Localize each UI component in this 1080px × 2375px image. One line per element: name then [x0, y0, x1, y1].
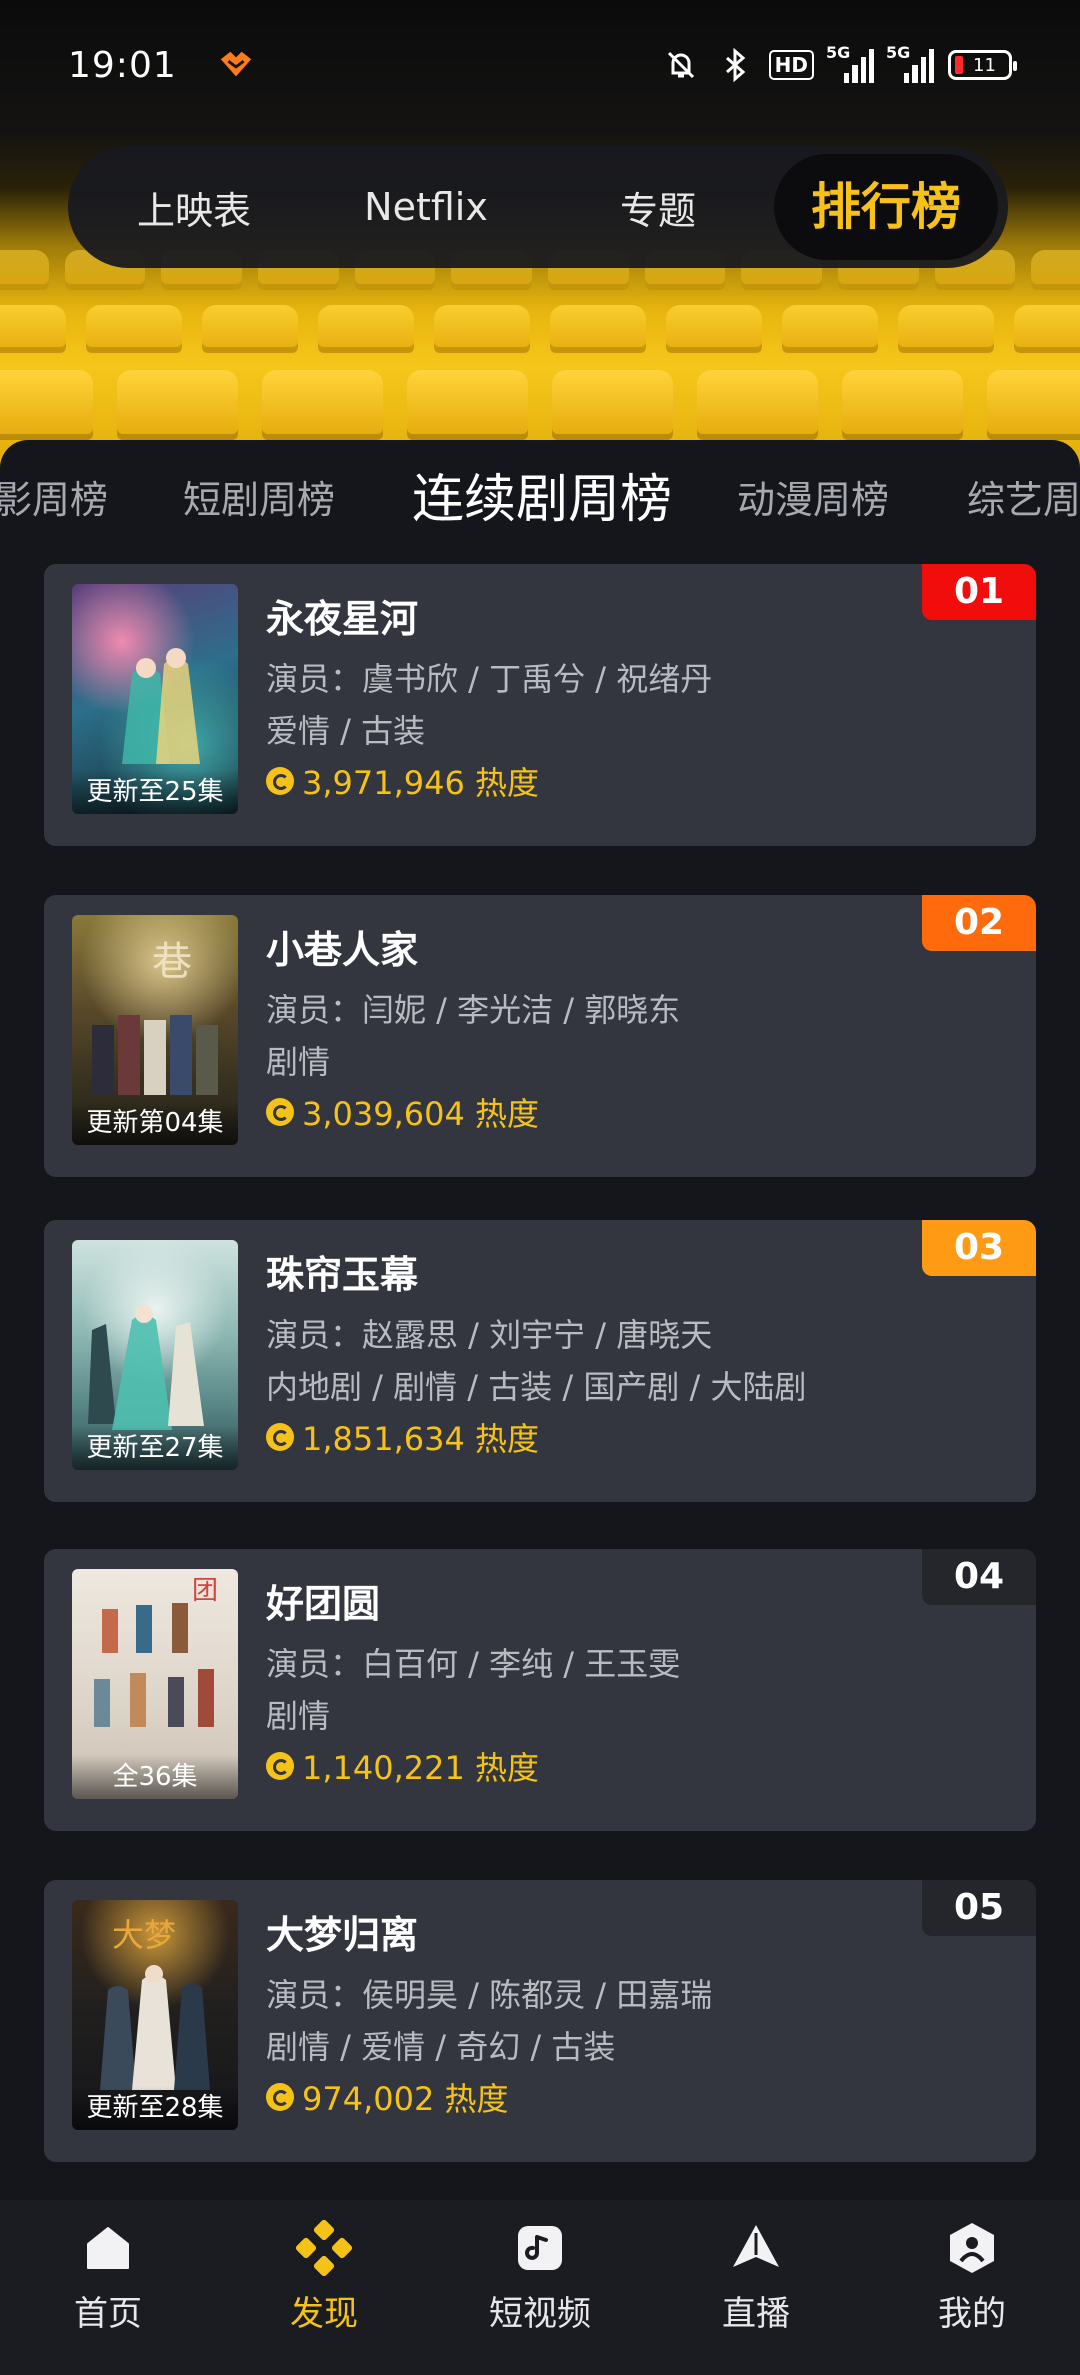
ranking-card[interactable]: 更新至25集 永夜星河 演员：虞书欣 / 丁禹兮 / 祝绪丹 爱情 / 古装 3…	[44, 564, 1036, 846]
episode-status: 更新至27集	[72, 1426, 238, 1470]
cast-list: 演员：白百何 / 李纯 / 王玉雯	[266, 1645, 681, 1683]
poster-image: 更新至25集	[72, 584, 238, 814]
heat-score: 974,002 热度	[266, 2074, 509, 2120]
genre-list: 剧情	[266, 1697, 331, 1735]
nav-profile[interactable]: 我的	[864, 2208, 1080, 2375]
heat-score: 3,971,946 热度	[266, 758, 539, 804]
signal-icon: 5G	[886, 43, 934, 83]
rank-badge: 02	[922, 895, 1036, 951]
poster-image: 更新至27集	[72, 1240, 238, 1470]
drama-title: 永夜星河	[266, 597, 419, 641]
heat-coin-icon	[266, 1752, 294, 1780]
cast-list: 演员：闫妮 / 李光洁 / 郭晓东	[266, 991, 681, 1029]
status-time: 19:01	[68, 44, 177, 86]
subtab-anime-weekly[interactable]: 动漫周榜	[737, 440, 889, 560]
rank-badge: 03	[922, 1220, 1036, 1276]
nav-short-video[interactable]: 短视频	[432, 2208, 648, 2375]
top-tab-bar: 上映表 Netflix 专题 排行榜	[68, 146, 1008, 268]
live-icon	[726, 2218, 786, 2278]
tab-netflix[interactable]: Netflix	[310, 185, 542, 229]
poster-image: 巷 更新第04集	[72, 915, 238, 1145]
ranking-card[interactable]: 更新至27集 珠帘玉幕 演员：赵露思 / 刘宇宁 / 唐晓天 内地剧 / 剧情 …	[44, 1220, 1036, 1502]
nav-discover[interactable]: 发现	[216, 2208, 432, 2375]
episode-status: 更新第04集	[72, 1101, 238, 1145]
heat-coin-icon	[266, 1098, 294, 1126]
heat-coin-icon	[266, 1423, 294, 1451]
subtab-series-weekly[interactable]: 连续剧周榜	[412, 440, 672, 560]
tab-rankings[interactable]: 排行榜	[774, 154, 998, 260]
status-icons: HD 5G 5G 11	[661, 43, 1017, 85]
cast-list: 演员：侯明昊 / 陈都灵 / 田嘉瑞	[266, 1976, 713, 2014]
genre-list: 爱情 / 古装	[266, 712, 426, 750]
heat-coin-icon	[266, 2083, 294, 2111]
home-icon	[78, 2218, 138, 2278]
ranking-card[interactable]: 巷 更新第04集 小巷人家 演员：闫妮 / 李光洁 / 郭晓东 剧情 3,039…	[44, 895, 1036, 1177]
drama-title: 珠帘玉幕	[266, 1253, 419, 1297]
nav-live[interactable]: 直播	[648, 2208, 864, 2375]
cast-list: 演员：赵露思 / 刘宇宁 / 唐晓天	[266, 1316, 713, 1354]
drama-title: 大梦归离	[266, 1913, 419, 1957]
short-video-icon	[510, 2218, 570, 2278]
bluetooth-icon	[725, 47, 745, 83]
heat-score: 1,140,221 热度	[266, 1743, 539, 1789]
svg-text:大梦: 大梦	[112, 1916, 176, 1954]
poster-image: 团 全36集	[72, 1569, 238, 1799]
episode-status: 更新至28集	[72, 2086, 238, 2130]
heat-coin-icon	[266, 767, 294, 795]
nav-home[interactable]: 首页	[0, 2208, 216, 2375]
mute-bell-icon	[667, 51, 694, 79]
poster-image: 大梦 更新至28集	[72, 1900, 238, 2130]
app-notification-icon	[220, 51, 251, 77]
signal-icon: 5G	[826, 43, 874, 83]
tab-topics[interactable]: 专题	[542, 180, 774, 235]
rank-badge: 01	[922, 564, 1036, 620]
genre-list: 剧情 / 爱情 / 奇幻 / 古装	[266, 2028, 616, 2066]
ranking-card[interactable]: 团 全36集 好团圆 演员：白百何 / 李纯 / 王玉雯 剧情 1,140,22…	[44, 1549, 1036, 1831]
episode-status: 全36集	[72, 1755, 238, 1799]
genre-list: 剧情	[266, 1043, 331, 1081]
subtab-movie-weekly[interactable]: 影周榜	[0, 440, 108, 560]
episode-status: 更新至25集	[72, 770, 238, 814]
cast-list: 演员：虞书欣 / 丁禹兮 / 祝绪丹	[266, 660, 713, 698]
drama-title: 好团圆	[266, 1582, 381, 1626]
bottom-navigation: 首页 发现 短视频 直播 我的	[0, 2200, 1080, 2375]
seat-row	[0, 370, 1080, 440]
svg-text:巷: 巷	[152, 939, 192, 985]
genre-list: 内地剧 / 剧情 / 古装 / 国产剧 / 大陆剧	[266, 1368, 807, 1406]
discover-icon	[294, 2218, 354, 2278]
rank-badge: 04	[922, 1549, 1036, 1605]
subtab-short-drama-weekly[interactable]: 短剧周榜	[183, 440, 335, 560]
profile-icon	[942, 2218, 1002, 2278]
status-bar: 19:01 HD 5G 5G 11	[0, 0, 1080, 130]
tab-schedule[interactable]: 上映表	[78, 180, 310, 235]
drama-title: 小巷人家	[266, 928, 419, 972]
rank-badge: 05	[922, 1880, 1036, 1936]
subtab-variety-weekly[interactable]: 综艺周	[967, 440, 1080, 560]
seat-row	[0, 305, 1080, 353]
heat-score: 1,851,634 热度	[266, 1414, 539, 1460]
ranking-card[interactable]: 大梦 更新至28集 大梦归离 演员：侯明昊 / 陈都灵 / 田嘉瑞 剧情 / 爱…	[44, 1880, 1036, 2162]
battery-icon: 11	[948, 50, 1017, 80]
hd-badge: HD	[768, 50, 814, 80]
category-tab-bar: 影周榜 短剧周榜 连续剧周榜 动漫周榜 综艺周	[0, 440, 1080, 560]
svg-text:团: 团	[192, 1576, 218, 1606]
heat-score: 3,039,604 热度	[266, 1089, 539, 1135]
